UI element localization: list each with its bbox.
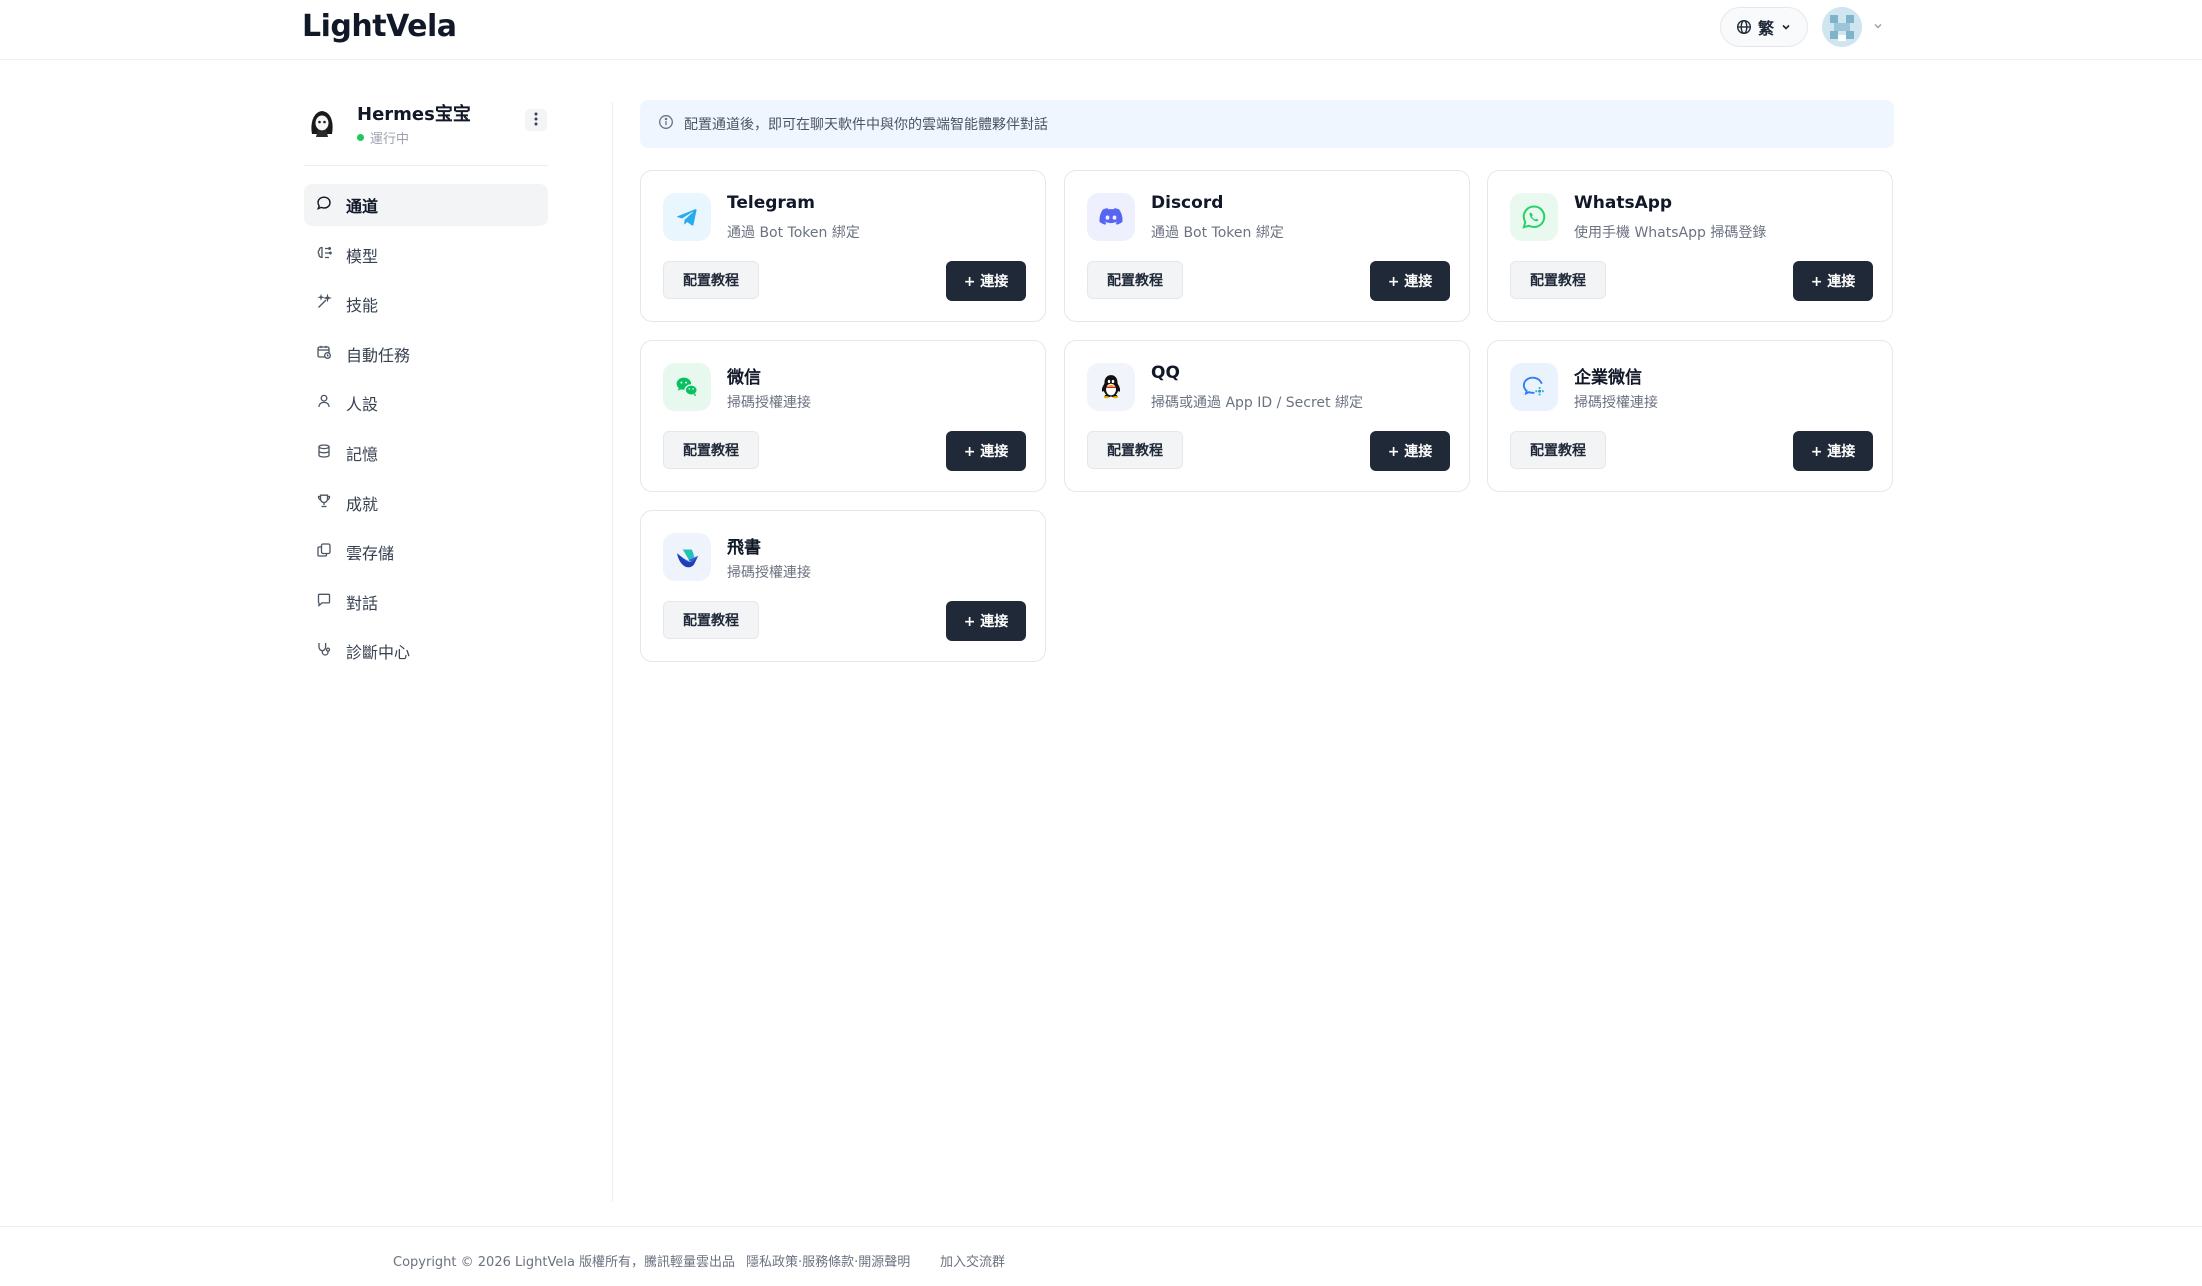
footer-legal-links[interactable]: 隱私政策·服務條款·開源聲明 <box>746 1251 910 1270</box>
setup-guide-button[interactable]: 配置教程 <box>1510 431 1606 469</box>
setup-guide-button[interactable]: 配置教程 <box>663 601 759 639</box>
channel-card-telegram: Telegram 通過 Bot Token 綁定 配置教程 + 連接 <box>640 170 1046 322</box>
sidebar-item-label: 雲存儲 <box>346 544 395 564</box>
sidebar-item-label: 通道 <box>346 197 379 216</box>
agent-status: 運行中 <box>357 128 409 147</box>
sidebar-item-cloud-storage[interactable]: 雲存儲 <box>304 531 548 573</box>
copy-stack-icon <box>316 542 332 562</box>
sidebar-item-label: 成就 <box>346 494 379 514</box>
footer-copyright: Copyright © 2026 LightVela 版權所有，騰訊輕量雲出品 <box>393 1255 736 1270</box>
sidebar-item-memory[interactable]: 記憶 <box>304 432 548 474</box>
channel-name: 微信 <box>727 368 761 388</box>
sidebar-item-skills[interactable]: 技能 <box>304 283 548 325</box>
info-icon <box>658 114 674 134</box>
channel-card-wecom: 企業微信 掃碼授權連接 配置教程 + 連接 <box>1487 340 1893 492</box>
channel-description: 掃碼或通過 App ID / Secret 綁定 <box>1151 395 1363 411</box>
sidebar-item-achievements[interactable]: 成就 <box>304 482 548 524</box>
connect-button[interactable]: + 連接 <box>1370 431 1450 471</box>
channel-card-whatsapp: WhatsApp 使用手機 WhatsApp 掃碼登錄 配置教程 + 連接 <box>1487 170 1893 322</box>
app-logo[interactable]: LightVela <box>302 9 457 44</box>
magic-wand-icon <box>316 293 333 314</box>
channel-name: WhatsApp <box>1574 193 1673 213</box>
page-footer: Copyright © 2026 LightVela 版權所有，騰訊輕量雲出品 … <box>0 1226 2202 1286</box>
connect-button[interactable]: + 連接 <box>1793 261 1873 301</box>
globe-icon <box>1736 19 1752 35</box>
sidebar-item-label: 人設 <box>346 395 379 415</box>
wechat-icon <box>663 363 711 411</box>
sidebar-item-diagnostics[interactable]: 診斷中心 <box>304 630 548 672</box>
channel-name: 企業微信 <box>1574 368 1642 388</box>
more-options-button[interactable] <box>525 109 547 131</box>
sidebar-divider <box>612 102 613 1202</box>
connect-button[interactable]: + 連接 <box>946 601 1026 641</box>
channel-name: Discord <box>1151 193 1224 213</box>
language-selector[interactable]: 繁 <box>1720 7 1808 47</box>
sidebar-item-persona[interactable]: 人設 <box>304 382 548 424</box>
calendar-clock-icon <box>316 344 332 364</box>
sidebar-item-conversations[interactable]: 對話 <box>304 581 548 623</box>
connect-button[interactable]: + 連接 <box>1370 261 1450 301</box>
chevron-down-icon[interactable] <box>1872 17 1884 36</box>
user-avatar[interactable] <box>1822 7 1862 47</box>
channel-description: 通過 Bot Token 綁定 <box>1151 225 1284 241</box>
sidebar-item-models[interactable]: 模型 <box>304 234 548 276</box>
whatsapp-icon <box>1510 193 1558 241</box>
telegram-icon <box>663 193 711 241</box>
sidebar-nav: 通道 模型 技能 自動任務 人設 記憶 成就 雲存儲 對話 診斷中心 <box>304 184 548 680</box>
agent-header: Hermes宝宝 運行中 <box>304 100 548 166</box>
qq-icon <box>1087 363 1135 411</box>
footer-community-link[interactable]: 加入交流群 <box>940 1251 1005 1270</box>
setup-guide-button[interactable]: 配置教程 <box>1087 431 1183 469</box>
channel-card-wechat: 微信 掃碼授權連接 配置教程 + 連接 <box>640 340 1046 492</box>
channel-card-feishu: 飛書 掃碼授權連接 配置教程 + 連接 <box>640 510 1046 662</box>
sidebar-item-label: 對話 <box>346 593 379 613</box>
database-icon <box>316 443 332 463</box>
top-header: LightVela 繁 <box>0 0 2202 60</box>
agent-avatar <box>304 104 340 140</box>
sidebar-item-label: 技能 <box>346 296 379 316</box>
agent-name: Hermes宝宝 <box>357 104 471 125</box>
channel-description: 通過 Bot Token 綁定 <box>727 225 860 241</box>
sidebar-item-channels[interactable]: 通道 <box>304 184 548 226</box>
sidebar-item-label: 自動任務 <box>346 345 411 365</box>
more-vertical-icon <box>534 111 538 130</box>
message-square-icon <box>316 592 332 612</box>
channel-name: 飛書 <box>727 538 761 558</box>
language-label: 繁 <box>1757 19 1774 38</box>
info-banner-text: 配置通道後，即可在聊天軟件中與你的雲端智能體夥伴對話 <box>684 117 1048 133</box>
setup-guide-button[interactable]: 配置教程 <box>1087 261 1183 299</box>
channel-description: 使用手機 WhatsApp 掃碼登錄 <box>1574 225 1767 241</box>
discord-icon <box>1087 193 1135 241</box>
chevron-down-icon <box>1780 21 1792 33</box>
connect-button[interactable]: + 連接 <box>946 261 1026 301</box>
channel-name: Telegram <box>727 193 815 213</box>
sidebar-item-label: 模型 <box>346 246 379 266</box>
trophy-icon <box>316 493 332 513</box>
channel-name: QQ <box>1151 363 1180 383</box>
brain-icon <box>316 245 332 265</box>
wecom-icon <box>1510 363 1558 411</box>
sidebar-item-label: 記憶 <box>346 444 379 464</box>
setup-guide-button[interactable]: 配置教程 <box>663 431 759 469</box>
person-icon <box>316 393 332 413</box>
connect-button[interactable]: + 連接 <box>1793 431 1873 471</box>
channel-description: 掃碼授權連接 <box>727 395 811 411</box>
setup-guide-button[interactable]: 配置教程 <box>1510 261 1606 299</box>
connect-button[interactable]: + 連接 <box>946 431 1026 471</box>
stethoscope-icon <box>316 641 332 661</box>
channel-description: 掃碼授權連接 <box>727 565 811 581</box>
status-dot-icon <box>357 134 364 141</box>
channel-description: 掃碼授權連接 <box>1574 395 1658 411</box>
sidebar-item-auto-tasks[interactable]: 自動任務 <box>304 333 548 375</box>
feishu-icon <box>663 533 711 581</box>
setup-guide-button[interactable]: 配置教程 <box>663 261 759 299</box>
sidebar-item-label: 診斷中心 <box>346 643 411 663</box>
agent-status-label: 運行中 <box>370 132 410 147</box>
info-banner: 配置通道後，即可在聊天軟件中與你的雲端智能體夥伴對話 <box>640 100 1894 148</box>
chat-bubble-icon <box>316 195 332 215</box>
channel-card-qq: QQ 掃碼或通過 App ID / Secret 綁定 配置教程 + 連接 <box>1064 340 1470 492</box>
channel-card-discord: Discord 通過 Bot Token 綁定 配置教程 + 連接 <box>1064 170 1470 322</box>
